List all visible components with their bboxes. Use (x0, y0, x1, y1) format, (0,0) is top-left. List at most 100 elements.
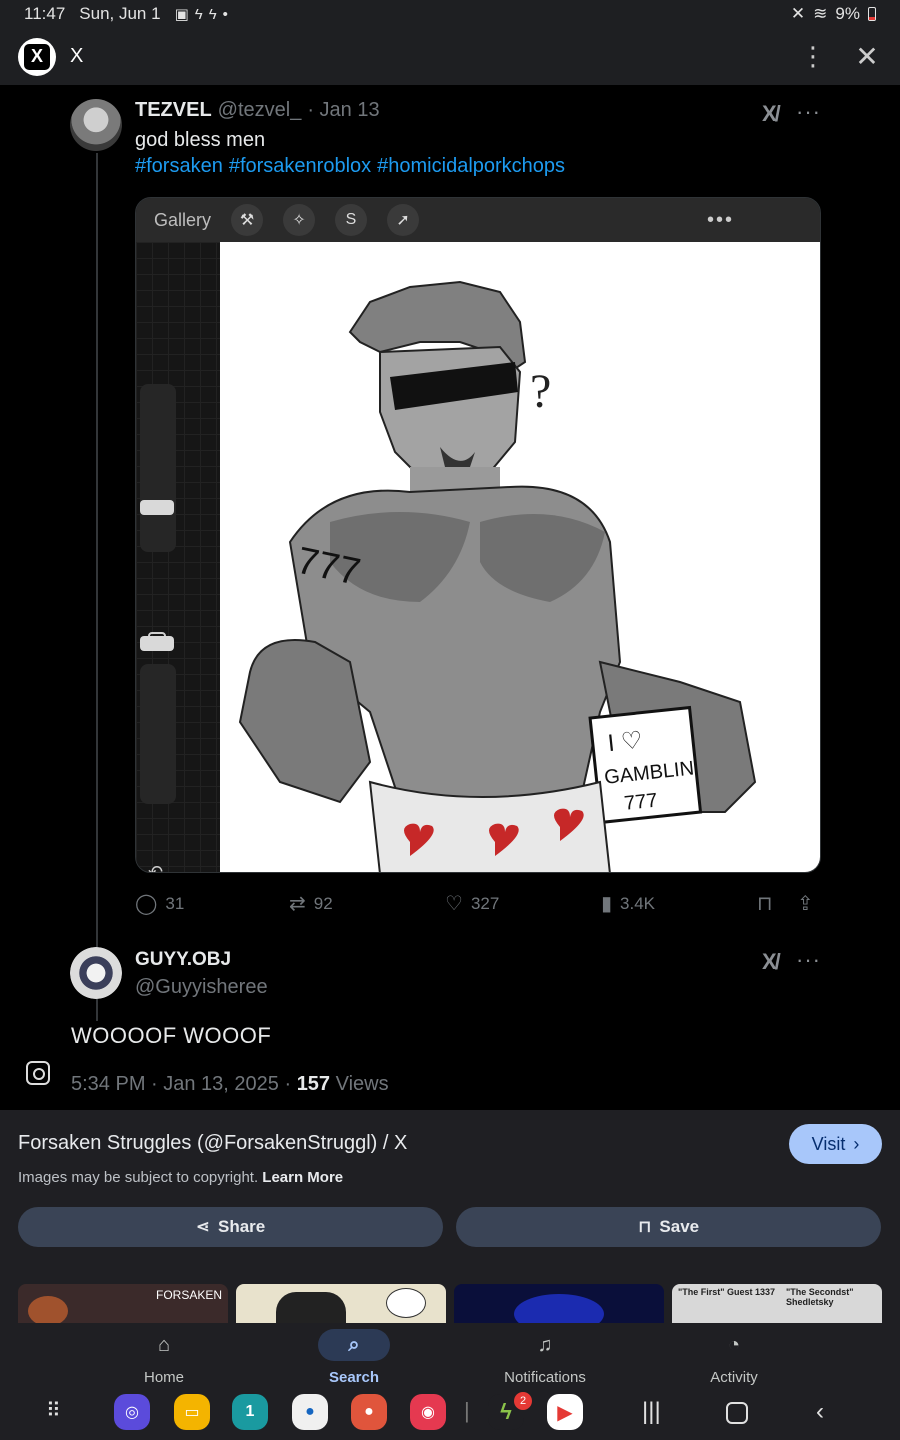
avatar[interactable] (70, 99, 122, 151)
learn-more-link[interactable]: Learn More (262, 1169, 343, 1186)
related-image-3[interactable] (454, 1284, 664, 1323)
dot-icon: • (222, 5, 228, 23)
flash-notification-icon: ϟ (194, 5, 203, 23)
dock-divider: | (464, 1398, 470, 1423)
share-button[interactable]: ⋖ Share (18, 1207, 443, 1247)
visit-button[interactable]: Visit › (789, 1124, 882, 1164)
bookmark-save-icon: ⊓ (637, 1217, 652, 1236)
camera-app-icon[interactable]: ◉ (410, 1394, 446, 1430)
views-button[interactable]: ▮ 3.4K (601, 891, 655, 916)
chevron-right-icon: › (853, 1133, 860, 1154)
mute-icon: ✕ (790, 4, 806, 23)
hashtag-forsaken[interactable]: #forsaken (135, 155, 223, 178)
image-source-sheet: Forsaken Struggles (@ForsakenStruggl) / … (0, 1110, 900, 1323)
wifi-icon: ≋ (813, 4, 828, 23)
more-options-icon[interactable]: ⋮ (798, 41, 828, 72)
related-image-4[interactable]: "The First" Guest 1337 "The Secondst" Sh… (672, 1284, 882, 1323)
repost-button[interactable]: ⇄ 92 (289, 891, 333, 916)
source-title[interactable]: Forsaken Struggles (@ForsakenStruggl) / … (18, 1132, 407, 1155)
back-icon[interactable]: ‹ (816, 1398, 824, 1426)
tweet-thread: TEZVEL @tezvel_ · Jan 13 X/ ··· god bles… (0, 85, 900, 1110)
question-mark-doodle: ? (530, 365, 551, 418)
related-image-2[interactable] (236, 1284, 446, 1323)
nav-activity-label: Activity (710, 1369, 758, 1386)
contacts-app-icon[interactable]: ● (351, 1394, 387, 1430)
hashtag-homicidalporkchops[interactable]: #homicidalporkchops (377, 155, 565, 178)
bookmark-icon: ⊓ (757, 893, 773, 915)
recents-icon[interactable]: ||| (642, 1398, 661, 1426)
nav-search[interactable]: ⌕ Search (284, 1329, 424, 1386)
opacity-handle (140, 636, 174, 651)
app-bar: X X ⋮ ✕ (0, 28, 900, 85)
reply-button[interactable]: ◯ 31 (135, 891, 184, 916)
reply-meta: 5:34 PM · Jan 13, 2025 · 157 Views (71, 1073, 389, 1096)
reply-views-count: 157 (296, 1073, 331, 1095)
status-time: 11:47 (24, 4, 66, 23)
share-tweet-button[interactable]: ⇪ (797, 891, 814, 916)
calendar-app-icon[interactable]: 1 (232, 1394, 268, 1430)
share-label: Share (218, 1217, 266, 1236)
reply-more-icon[interactable]: ··· (796, 947, 821, 973)
nav-home-label: Home (143, 1369, 184, 1386)
reply-grok-icon[interactable]: X/ (762, 949, 781, 975)
bell-icon: ♫ (537, 1333, 553, 1356)
reply-author-handle[interactable]: @Guyyisheree (135, 976, 268, 999)
reply-views-label: Views (330, 1073, 389, 1095)
reply-author-name[interactable]: GUYY.OBJ (135, 949, 231, 971)
bottom-navigation: ⌂ Home ⌕ Search ♫ Notifications ◔ Activi… (0, 1323, 900, 1390)
like-button[interactable]: ♡ 327 (445, 891, 499, 916)
author-handle[interactable]: @tezvel_ (218, 99, 302, 122)
nav-notifications[interactable]: ♫ Notifications (475, 1329, 615, 1387)
sign-line-1: I ♡ (606, 727, 643, 757)
hashtag-forsakenroblox[interactable]: #forsakenroblox (229, 155, 371, 178)
google-lens-icon[interactable] (26, 1061, 50, 1085)
author-name[interactable]: TEZVEL (135, 99, 212, 122)
wrench-icon: ⚒ (231, 204, 264, 236)
flash-notification-icon-2: ϟ (208, 5, 217, 23)
share-icon: ⋖ (195, 1217, 210, 1236)
grok-icon[interactable]: X/ (762, 101, 781, 127)
save-label: Save (659, 1217, 700, 1236)
internet-app-icon[interactable]: ◎ (114, 1394, 150, 1430)
brush-size-slider (140, 384, 176, 552)
messages-app-icon[interactable]: ● (292, 1394, 328, 1430)
like-count: 327 (470, 893, 500, 913)
tweet-actions: ◯ 31 ⇄ 92 ♡ 327 ▮ 3.4K ⊓ ⇪ (135, 891, 825, 915)
transform-arrow-icon: ➚ (387, 204, 420, 236)
app-drawer-icon[interactable]: ⠿ (46, 1398, 61, 1423)
thumb-title: FORSAKEN (156, 1288, 223, 1302)
reply-text: WOOOOF WOOOF (71, 1023, 272, 1048)
notification-icons: ▣ ϟ ϟ • (175, 5, 228, 24)
youtube-app-icon[interactable]: ▶ (547, 1394, 583, 1430)
reply-timestamp: 5:34 PM · Jan 13, 2025 · (71, 1073, 297, 1095)
visit-label: Visit (811, 1133, 846, 1154)
analytics-icon: ▮ (601, 893, 613, 915)
related-image-1[interactable]: FORSAKEN (18, 1284, 228, 1323)
related-images: FORSAKEN "The First" Guest 1337 "The Sec… (0, 1284, 900, 1323)
magic-wand-icon: ✧ (283, 204, 316, 236)
bookmark-button[interactable]: ⊓ (757, 891, 773, 916)
search-icon: ⌕ (318, 1329, 390, 1361)
x-logo-icon: X (18, 37, 56, 76)
selection-icon: S (335, 204, 368, 236)
more-icon[interactable]: ··· (796, 99, 821, 125)
app-badge: 2 (514, 1392, 532, 1410)
tweet-header: TEZVEL @tezvel_ · Jan 13 (135, 99, 380, 122)
thumb-caption-left: "The First" Guest 1337 (678, 1287, 776, 1297)
sketch-illustration: ? 777 I ♡ GAMBLIN 777 (238, 280, 757, 872)
status-date: Sun, Jun 1 (79, 4, 161, 23)
nav-activity[interactable]: ◔ Activity (664, 1329, 804, 1387)
files-app-icon[interactable]: ▭ (174, 1394, 210, 1430)
heart-icon: ♡ (445, 893, 463, 915)
repost-count: 92 (313, 893, 333, 913)
reply-avatar[interactable] (70, 947, 122, 999)
nav-home[interactable]: ⌂ Home (94, 1329, 234, 1387)
sign-line-3: 777 (623, 789, 658, 814)
app-title: X (70, 45, 84, 67)
brush-size-handle (140, 500, 174, 515)
tweet-media[interactable]: Gallery ⚒ ✧ S ➚ ••• ↶ ? 777 I ♡ GAMBLIN … (135, 197, 821, 873)
home-button-icon[interactable] (726, 1402, 748, 1424)
close-icon[interactable]: ✕ (852, 40, 882, 73)
save-button[interactable]: ⊓ Save (456, 1207, 881, 1247)
gallery-label: Gallery (154, 209, 212, 230)
